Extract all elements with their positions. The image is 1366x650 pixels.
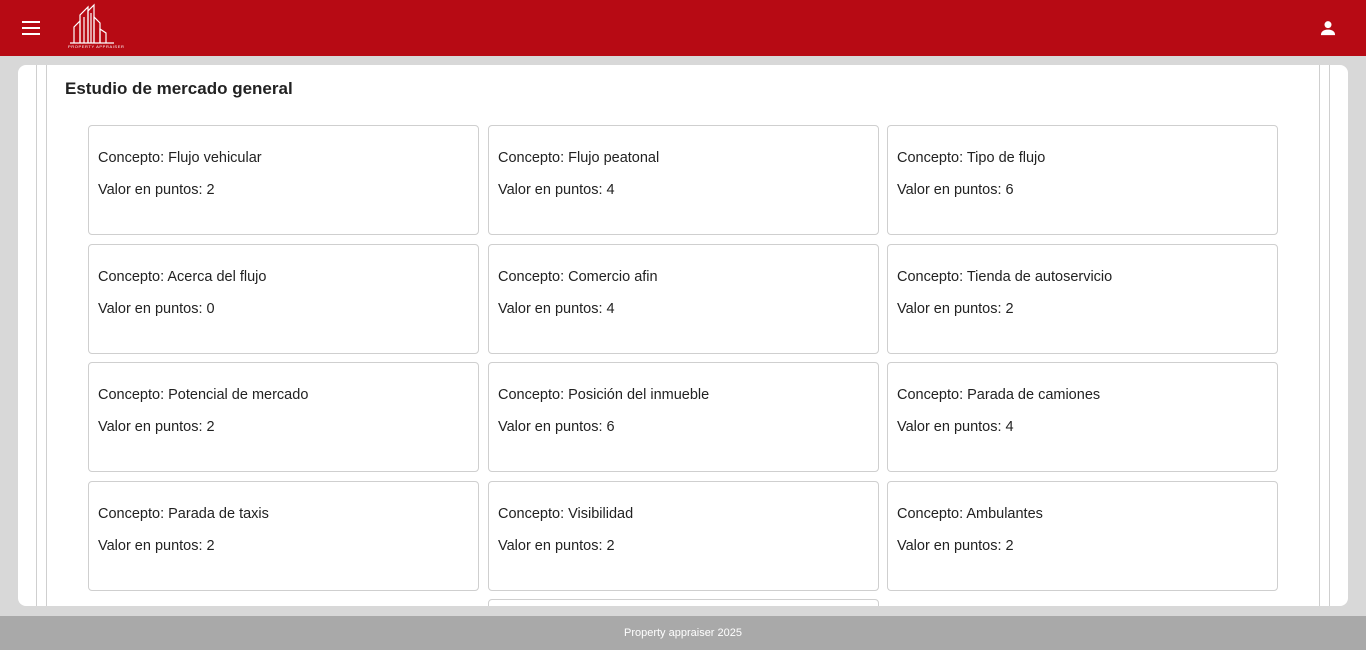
- concept-card: Concepto: Ambulantes Valor en puntos: 2: [887, 481, 1278, 591]
- concept-card: Concepto: Tipo de flujo Valor en puntos: …: [887, 125, 1278, 235]
- points-value: Valor en puntos: 6: [498, 419, 615, 435]
- user-account-button[interactable]: [1310, 10, 1346, 46]
- person-icon: [1320, 21, 1336, 36]
- concept-label: Concepto: Ambulantes: [897, 506, 1043, 522]
- points-value: Valor en puntos: 4: [498, 182, 615, 198]
- concept-card-partial: [488, 599, 879, 606]
- concept-label: Concepto: Parada de taxis: [98, 506, 269, 522]
- points-value: Valor en puntos: 2: [98, 419, 215, 435]
- concept-label: Concepto: Acerca del flujo: [98, 269, 267, 285]
- points-value: Valor en puntos: 2: [897, 301, 1014, 317]
- concept-card: Concepto: Tienda de autoservicio Valor en…: [887, 244, 1278, 354]
- concept-card: Concepto: Parada de taxis Valor en puntos…: [88, 481, 479, 591]
- points-value: Valor en puntos: 2: [897, 538, 1014, 554]
- menu-button[interactable]: [14, 10, 50, 46]
- section-title: Estudio de mercado general: [65, 79, 293, 98]
- points-value: Valor en puntos: 2: [98, 538, 215, 554]
- concept-card: Concepto: Flujo peatonal Valor en puntos:…: [488, 125, 879, 235]
- points-value: Valor en puntos: 2: [498, 538, 615, 554]
- footer: Property appraiser 2025: [0, 616, 1366, 650]
- menu-icon: [22, 21, 40, 35]
- logo-text: PROPERTY APPRAISER: [68, 44, 125, 49]
- concept-card: Concepto: Parada de camiones Valor en pun…: [887, 362, 1278, 472]
- points-value: Valor en puntos: 0: [98, 301, 215, 317]
- concept-label: Concepto: Flujo peatonal: [498, 150, 660, 166]
- concept-label: Concepto: Parada de camiones: [897, 387, 1101, 403]
- top-app-bar: PROPERTY APPRAISER: [0, 0, 1366, 56]
- concept-label: Concepto: Potencial de mercado: [98, 387, 309, 403]
- property-appraiser-logo[interactable]: PROPERTY APPRAISER: [66, 3, 124, 51]
- concept-card: Concepto: Posición del inmueble Valor en …: [488, 362, 879, 472]
- concept-label: Concepto: Posición del inmueble: [498, 387, 710, 403]
- concept-card: Concepto: Potencial de mercado Valor en p…: [88, 362, 479, 472]
- points-value: Valor en puntos: 6: [897, 182, 1014, 198]
- concept-card: Concepto: Visibilidad Valor en puntos: 2: [488, 481, 879, 591]
- points-value: Valor en puntos: 4: [897, 419, 1014, 435]
- content-panel: Estudio de mercado general Concepto: Flu…: [18, 65, 1348, 606]
- points-value: Valor en puntos: 4: [498, 301, 615, 317]
- concept-card: Concepto: Comercio afin Valor en puntos: …: [488, 244, 879, 354]
- concept-label: Concepto: Tienda de autoservicio: [897, 269, 1113, 285]
- footer-text: Property appraiser 2025: [623, 627, 742, 639]
- concept-label: Concepto: Flujo vehicular: [98, 150, 262, 166]
- points-value: Valor en puntos: 2: [98, 182, 215, 198]
- concept-label: Concepto: Comercio afin: [498, 269, 658, 285]
- concept-label: Concepto: Visibilidad: [498, 506, 634, 522]
- concept-card: Concepto: Flujo vehicular Valor en puntos…: [88, 125, 479, 235]
- concept-label: Concepto: Tipo de flujo: [897, 150, 1046, 166]
- concept-card: Concepto: Acerca del flujo Valor en punto…: [88, 244, 479, 354]
